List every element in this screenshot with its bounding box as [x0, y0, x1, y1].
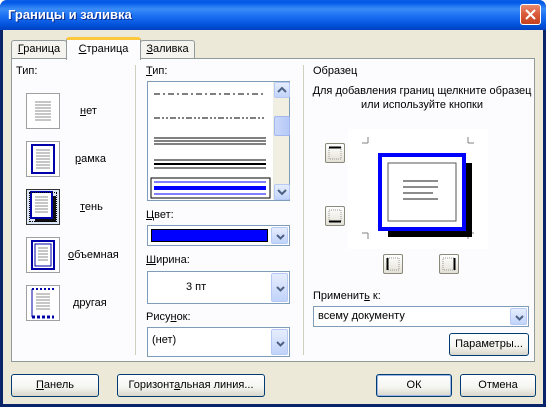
chevron-down-icon: [277, 189, 287, 196]
color-label: Цвет:: [146, 209, 174, 221]
setting-3d-icon[interactable]: [26, 237, 60, 273]
color-combo[interactable]: [147, 225, 290, 246]
chevron-up-icon: [277, 86, 287, 93]
width-value: 3 пт: [186, 281, 207, 293]
art-label: Рисунок:: [146, 311, 191, 323]
title-bar: Границы и заливка: [0, 0, 546, 30]
tab-shading-label: аливка: [152, 43, 189, 55]
ok-button[interactable]: ОК: [376, 374, 452, 397]
setting-box-label[interactable]: рамка: [75, 153, 106, 165]
border-right-icon: [442, 257, 456, 271]
setting-box-text: амка: [81, 153, 106, 165]
toolbar-button[interactable]: Панель: [11, 374, 99, 397]
horizontal-line-button[interactable]: Горизонтальная линия...: [117, 374, 265, 397]
setting-custom-text: ругая: [79, 297, 107, 309]
border-top-button[interactable]: [325, 143, 345, 163]
scroll-down-button[interactable]: [274, 184, 290, 200]
setting-shadow-label[interactable]: тень: [80, 201, 103, 213]
border-bottom-button[interactable]: [325, 206, 345, 226]
scroll-thumb[interactable]: [274, 116, 290, 136]
border-bottom-icon: [328, 209, 342, 223]
color-swatch: [151, 229, 268, 242]
line-style-scrollbar[interactable]: [273, 82, 290, 200]
tab-shading-accel: З: [146, 43, 153, 55]
setting-custom-label[interactable]: другая: [73, 297, 107, 309]
border-left-button[interactable]: [383, 254, 403, 274]
apply-combo[interactable]: всему документу: [313, 306, 529, 327]
preview-label: Образец: [313, 65, 358, 77]
width-label: Ширина:: [146, 254, 190, 266]
separator-left: [135, 65, 136, 355]
line-style-list[interactable]: [147, 81, 290, 201]
chevron-down-icon: [276, 341, 285, 347]
tab-page-border[interactable]: Страница: [66, 37, 141, 60]
apply-dropdown-button[interactable]: [510, 308, 527, 325]
close-icon: [525, 9, 536, 20]
setting-shadow-icon[interactable]: [26, 189, 60, 225]
scroll-up-button[interactable]: [274, 82, 290, 98]
setting-box-icon[interactable]: [26, 141, 60, 177]
setting-none-label[interactable]: нет: [80, 105, 97, 117]
border-left-icon: [386, 257, 400, 271]
separator-right: [303, 65, 304, 355]
tab-shading[interactable]: Заливка: [140, 40, 195, 59]
preview-sample[interactable]: [348, 129, 488, 249]
setting-label: Тип:: [16, 65, 38, 77]
setting-shadow-text: ень: [84, 201, 103, 213]
preview-hint: Для добавления границ щелкните образец и…: [312, 85, 532, 111]
setting-none-icon[interactable]: [26, 93, 60, 129]
tab-page-border-accel: С: [78, 43, 87, 55]
tab-borders[interactable]: Граница: [11, 40, 67, 59]
width-dropdown-button[interactable]: [271, 273, 288, 302]
color-dropdown-button[interactable]: [271, 227, 288, 244]
setting-3d-text: бъемная: [74, 249, 119, 261]
apply-label: Применить к:: [313, 290, 381, 302]
close-button[interactable]: [520, 4, 541, 25]
setting-custom-icon[interactable]: [26, 285, 60, 321]
art-value: (нет): [152, 334, 177, 346]
setting-3d-label[interactable]: объемная: [68, 249, 119, 261]
options-button[interactable]: Параметры...: [449, 333, 529, 356]
width-combo[interactable]: 3 пт: [147, 271, 290, 304]
border-right-button[interactable]: [439, 254, 459, 274]
cancel-button[interactable]: Отмена: [460, 374, 536, 397]
chevron-down-icon: [276, 286, 285, 292]
tab-page-border-label: траница: [86, 43, 129, 55]
border-top-icon: [328, 146, 342, 160]
tab-panel: Тип: нет рамка тень объемная другая Тип:…: [11, 58, 535, 362]
apply-value: всему документу: [318, 310, 405, 322]
dialog-body: Граница Страница Заливка Тип: нет рамка …: [3, 30, 543, 404]
line-style-options: [150, 93, 271, 199]
chevron-down-icon: [515, 315, 524, 321]
style-label: Тип:: [146, 65, 168, 77]
art-combo[interactable]: (нет): [147, 327, 290, 357]
preview-page-graphic: [362, 137, 474, 239]
chevron-down-icon: [276, 234, 285, 240]
art-dropdown-button[interactable]: [271, 329, 288, 355]
tab-borders-label: раница: [23, 43, 61, 55]
dialog-window: Границы и заливка Граница Страница Залив…: [0, 0, 546, 407]
dialog-title: Границы и заливка: [8, 7, 132, 22]
setting-none-text: ет: [86, 105, 97, 117]
